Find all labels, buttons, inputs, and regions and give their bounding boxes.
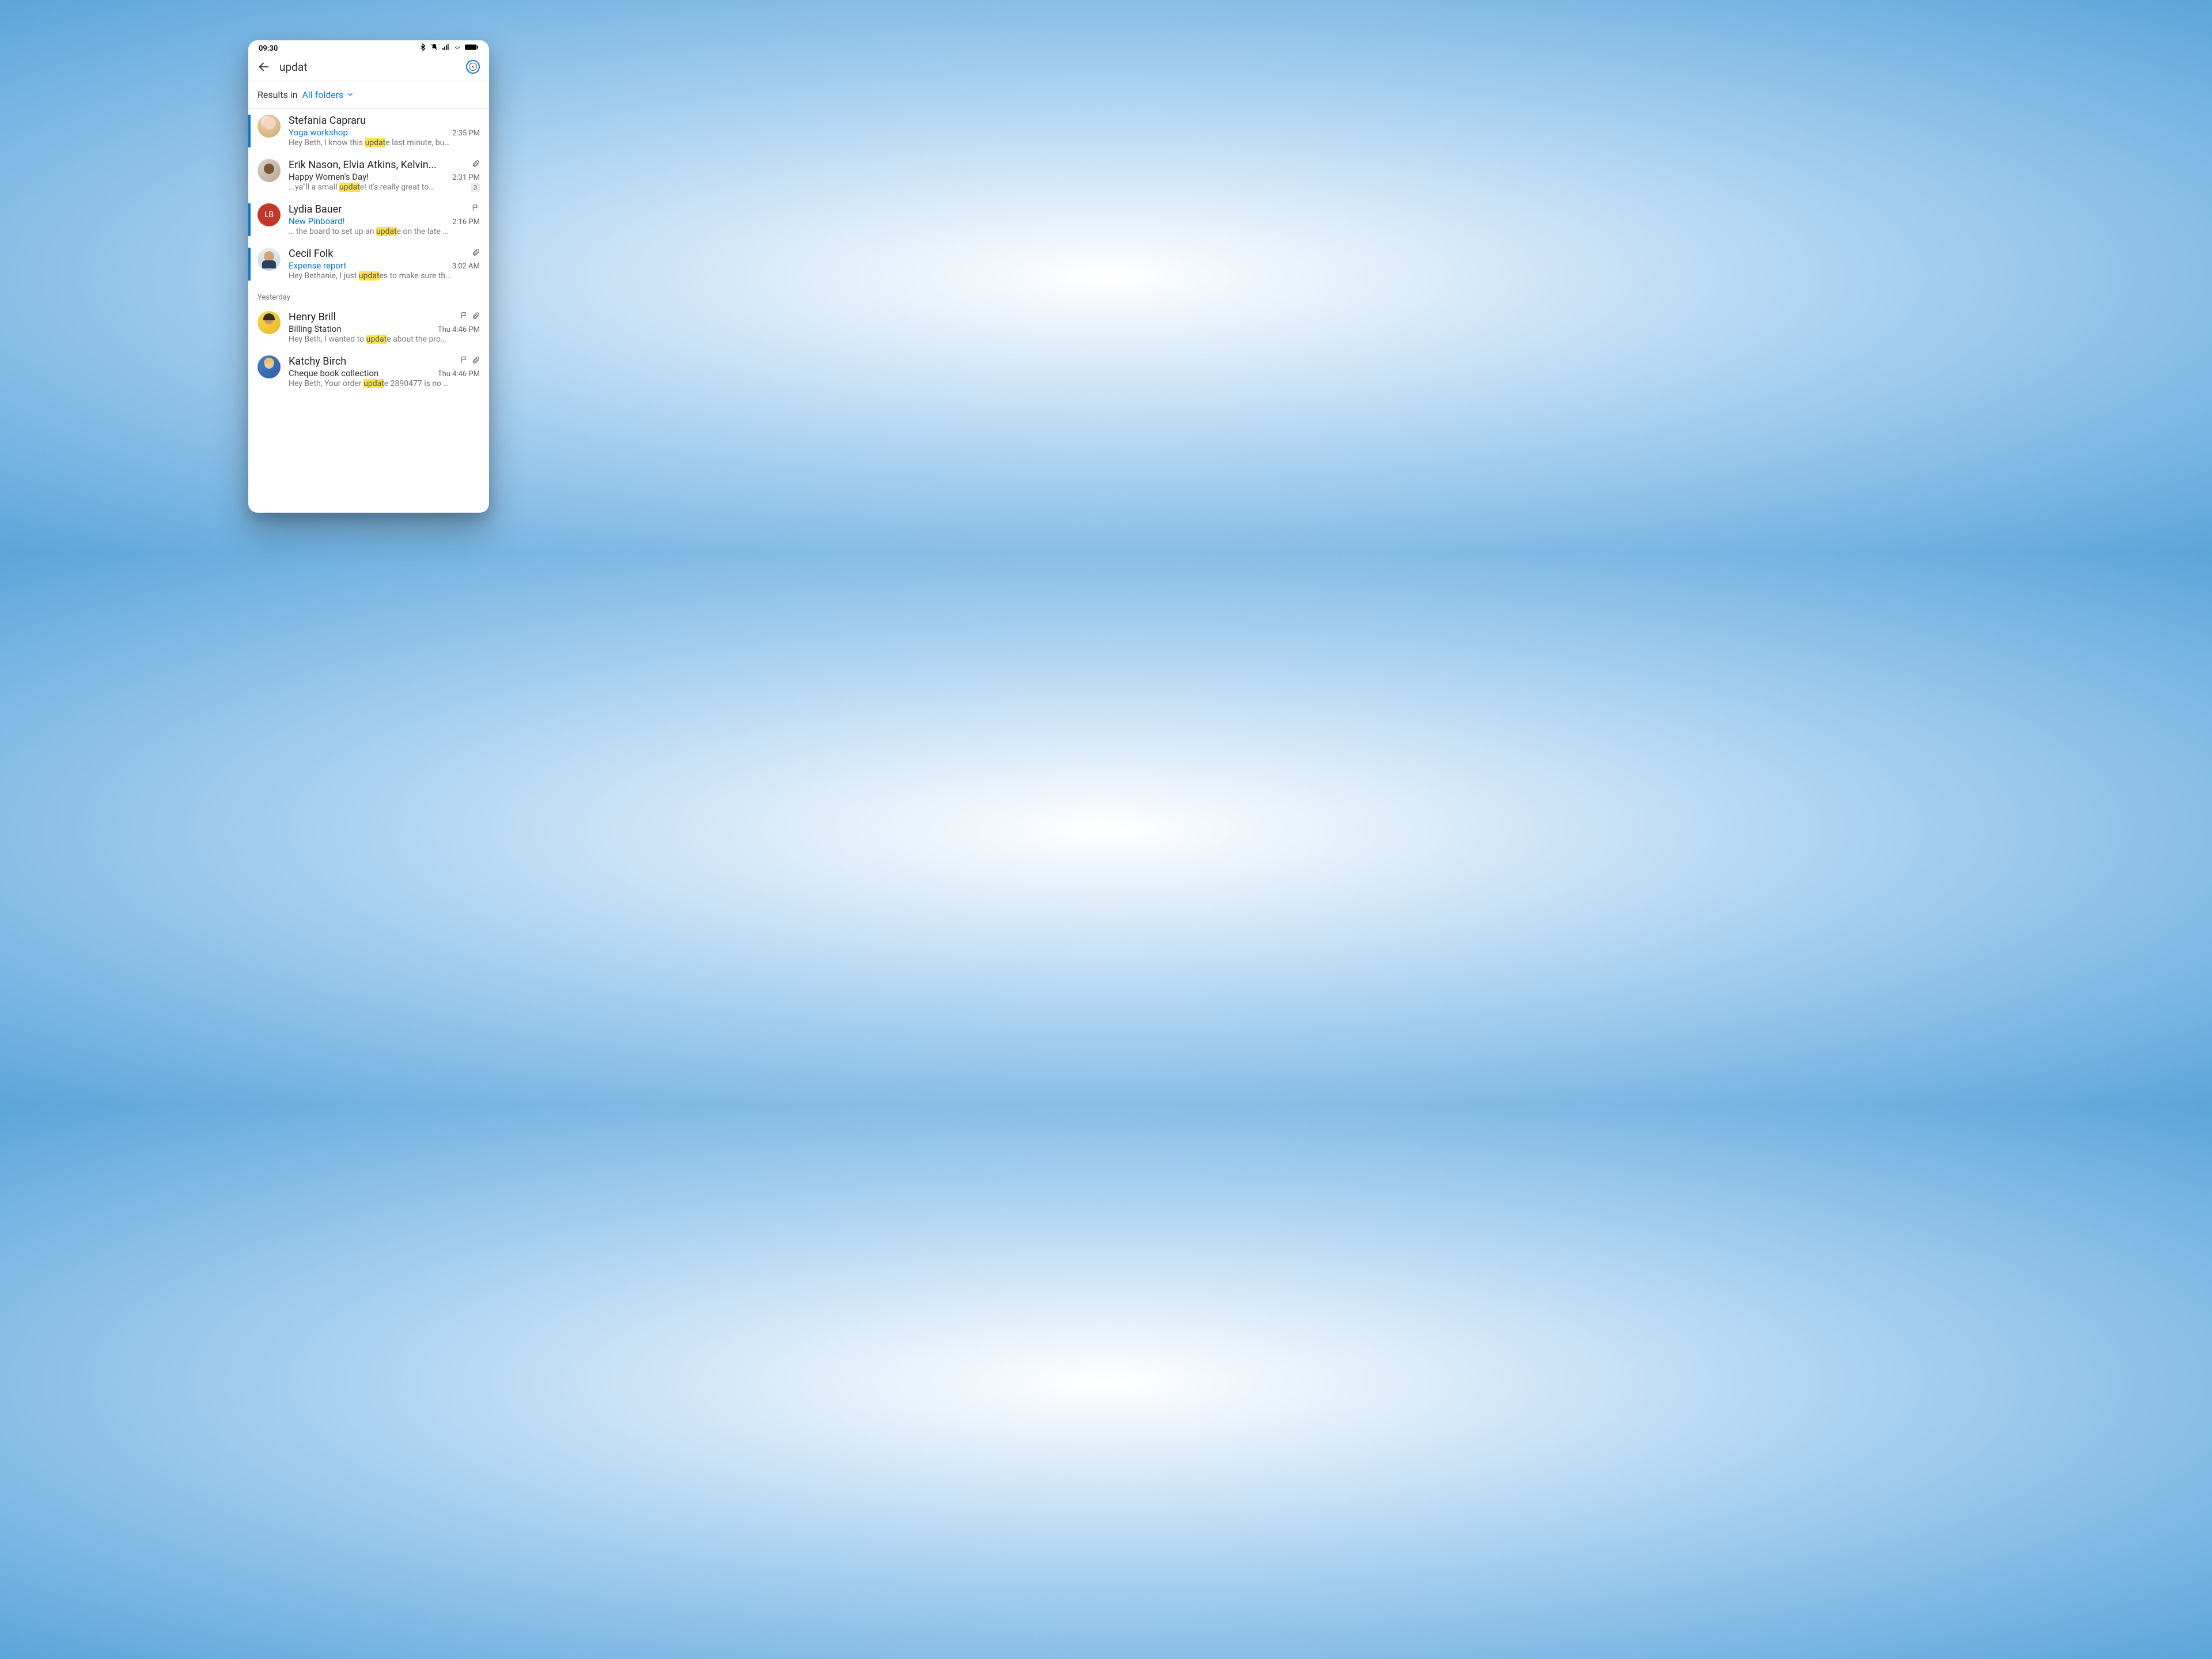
time: Thu 4:46 PM <box>438 370 480 378</box>
highlight: updat <box>365 138 386 147</box>
bluetooth-icon <box>419 43 427 54</box>
status-icons <box>419 43 479 54</box>
highlight: updat <box>339 183 360 192</box>
subject: Yoga workshop <box>289 127 348 138</box>
clear-search-button[interactable]: ✕ <box>466 60 480 74</box>
filter-bar[interactable]: Results in All folders <box>248 81 489 109</box>
preview: Hey Bethanie, I just updates to make sur… <box>289 271 480 281</box>
search-input[interactable] <box>279 60 457 74</box>
wifi-icon <box>453 43 461 54</box>
sender-name: Henry Brill <box>289 311 336 323</box>
status-bar: 09:30 <box>248 40 489 56</box>
sender-name: Stefania Capraru <box>289 115 366 127</box>
flag-icon <box>460 355 468 366</box>
sender-name: Cecil Folk <box>289 248 333 260</box>
section-header: Yesterday <box>248 286 489 305</box>
subject: Cheque book collection <box>289 368 378 378</box>
avatar <box>257 159 281 182</box>
time: 2:31 PM <box>452 173 480 182</box>
search-bar: ✕ <box>248 56 489 81</box>
email-row[interactable]: Katchy BirchCheque book collection Thu 4:… <box>248 350 489 394</box>
avatar <box>257 115 281 138</box>
battery-icon <box>465 44 479 53</box>
preview: ...ya"ll a small update! it's really gre… <box>289 183 466 192</box>
sender-name: Erik Nason, Elvia Atkins, Kelvin... <box>289 159 437 171</box>
email-row[interactable]: Erik Nason, Elvia Atkins, Kelvin...Happy… <box>248 153 489 198</box>
unread-indicator <box>248 248 251 281</box>
status-time: 09:30 <box>259 44 278 53</box>
time: 3:02 AM <box>452 262 480 271</box>
highlight: updat <box>366 335 387 344</box>
row-body: Erik Nason, Elvia Atkins, Kelvin...Happy… <box>289 159 480 192</box>
filter-label: Results in <box>257 89 298 100</box>
row-icons <box>460 311 480 322</box>
mute-icon <box>430 43 438 54</box>
avatar: LB <box>257 203 281 226</box>
attachment-icon <box>472 355 480 366</box>
flag-icon <box>472 203 480 214</box>
attachment-icon <box>472 159 480 170</box>
unread-indicator <box>248 115 251 147</box>
row-body: Lydia BauerNew Pinboard! 2:16 PM… the boa… <box>289 203 480 236</box>
time: Thu 4:46 PM <box>438 325 480 334</box>
highlight: updat <box>376 227 397 236</box>
unread-indicator <box>248 203 251 236</box>
subject: Expense report <box>289 260 346 271</box>
sender-name: Lydia Bauer <box>289 203 342 215</box>
subject: Billing Station <box>289 324 342 334</box>
close-icon: ✕ <box>469 63 477 71</box>
row-body: Cecil FolkExpense report 3:02 AMHey Betha… <box>289 248 480 281</box>
row-icons <box>472 159 480 170</box>
chevron-down-icon <box>347 89 354 100</box>
attachment-icon <box>472 248 480 259</box>
time: 2:35 PM <box>452 129 480 138</box>
preview: Hey Beth, Your order update 2890477 is n… <box>289 379 480 388</box>
row-body: Stefania CapraruYoga workshop 2:35 PMHey … <box>289 115 480 147</box>
count-badge: 3 <box>471 183 480 192</box>
highlight: updat <box>363 379 384 388</box>
signal-icon <box>442 43 450 54</box>
avatar <box>257 355 281 378</box>
phone-frame: 09:30 ✕ Results in All folders Stefania … <box>248 40 489 513</box>
email-row[interactable]: Henry BrillBilling Station Thu 4:46 PMHey… <box>248 305 489 350</box>
email-row[interactable]: Cecil FolkExpense report 3:02 AMHey Betha… <box>248 242 489 286</box>
row-icons <box>460 355 480 366</box>
time: 2:16 PM <box>452 218 480 226</box>
results-list[interactable]: Stefania CapraruYoga workshop2:35 PMHey … <box>248 109 489 513</box>
row-icons <box>472 203 480 214</box>
row-body: Henry BrillBilling Station Thu 4:46 PMHey… <box>289 311 480 344</box>
sender-name: Katchy Birch <box>289 355 346 368</box>
preview: Hey Beth, I wanted to update about the p… <box>289 335 480 344</box>
filter-value: All folders <box>302 89 343 100</box>
email-row[interactable]: Stefania CapraruYoga workshop 2:35 PMHey … <box>248 109 489 153</box>
subject: New Pinboard! <box>289 216 344 226</box>
back-icon[interactable] <box>257 60 270 73</box>
row-icons <box>472 248 480 259</box>
subject: Happy Women's Day! <box>289 172 369 182</box>
row-body: Katchy BirchCheque book collection Thu 4:… <box>289 355 480 388</box>
flag-icon <box>460 311 468 322</box>
avatar <box>257 248 281 271</box>
preview: … the board to set up an update on the l… <box>289 227 480 236</box>
preview: Hey Beth, I know this update last minute… <box>289 138 480 147</box>
email-row[interactable]: LB Lydia BauerNew Pinboard! 2:16 PM… the b… <box>248 198 489 242</box>
attachment-icon <box>472 311 480 322</box>
highlight: updat <box>359 271 380 281</box>
avatar <box>257 311 281 334</box>
